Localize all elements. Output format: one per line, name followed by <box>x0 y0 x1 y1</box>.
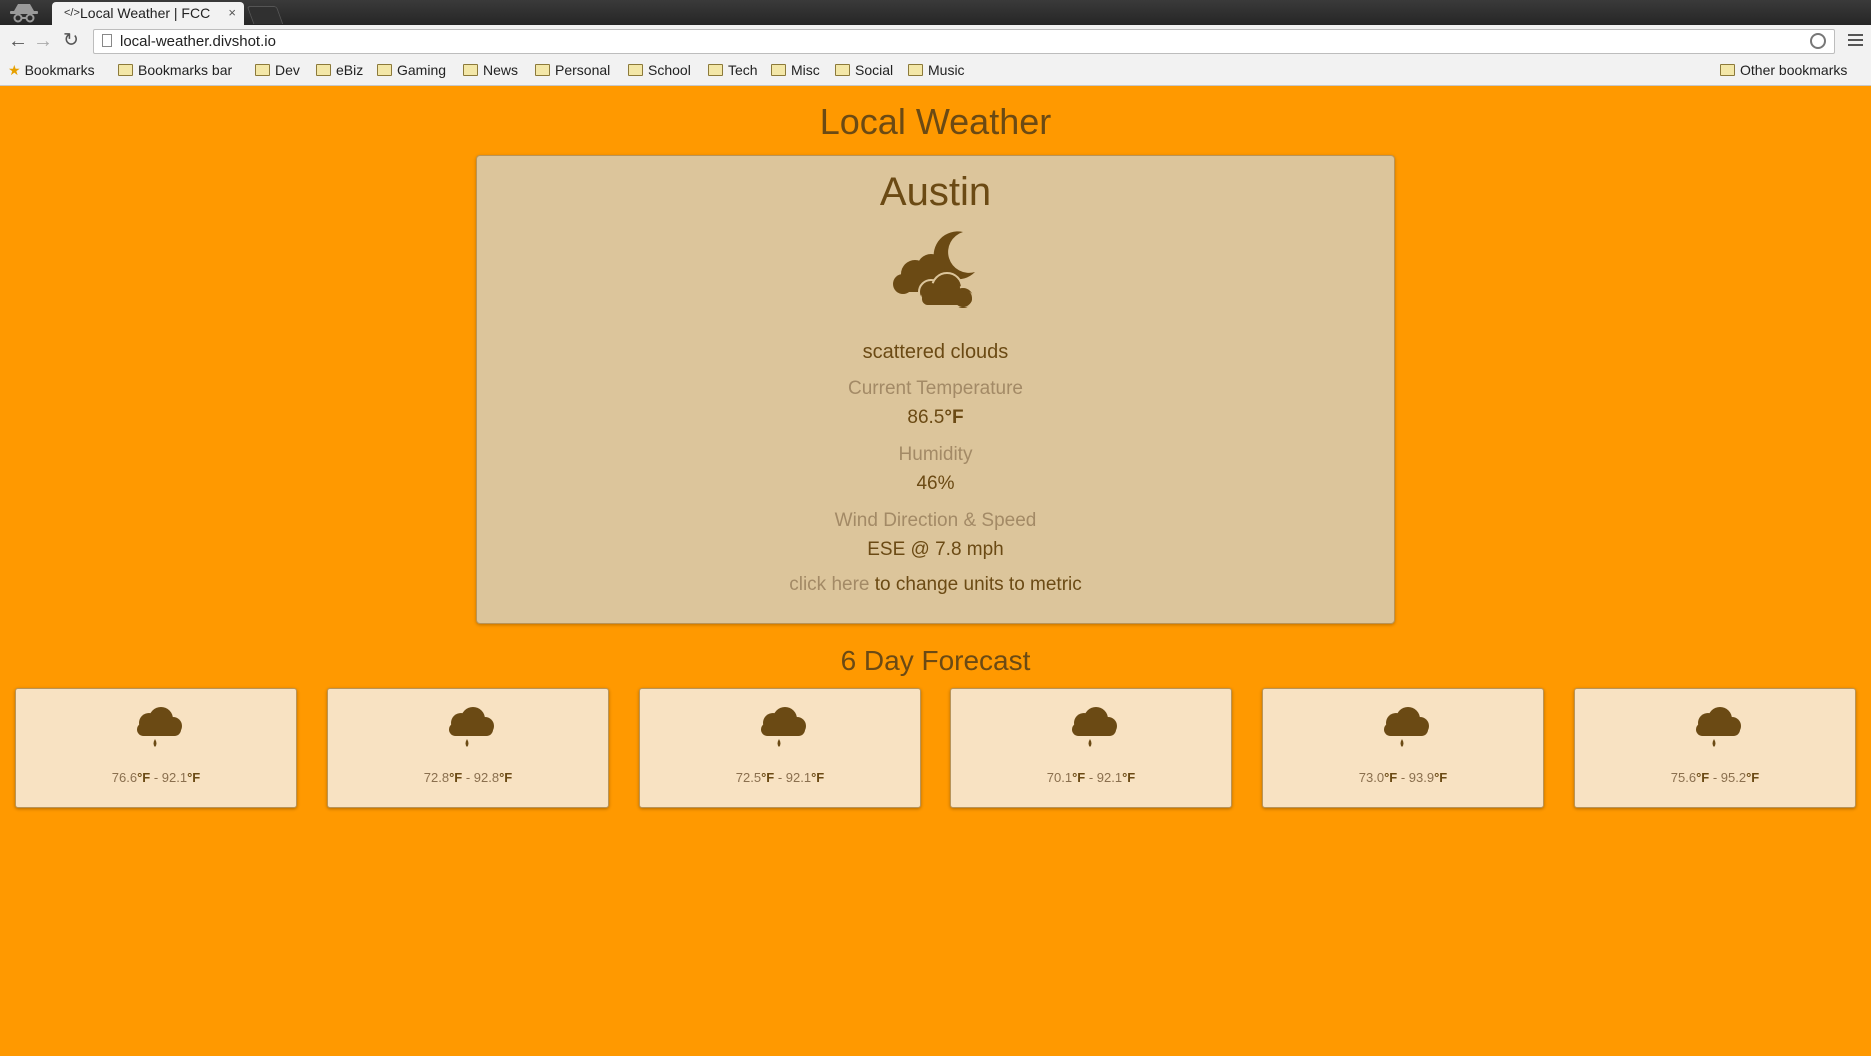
forecast-low: 72.5 <box>735 770 762 785</box>
star-icon: ★ <box>8 62 21 78</box>
bookmark-folder[interactable]: Tech <box>708 62 758 78</box>
forecast-low: 70.1 <box>1046 770 1073 785</box>
incognito-icon <box>10 4 38 23</box>
location-target-icon[interactable] <box>1810 33 1826 49</box>
folder-icon <box>771 64 786 76</box>
forecast-card: 72.8°F - 92.8°F <box>327 688 609 808</box>
rain-cloud-icon <box>449 707 494 747</box>
rain-cloud-icon <box>1384 707 1429 747</box>
rain-cloud-icon <box>1696 707 1741 747</box>
forecast-card: 75.6°F - 95.2°F <box>1574 688 1856 808</box>
forecast-card: 72.5°F - 92.1°F <box>639 688 921 808</box>
menu-icon[interactable] <box>1848 34 1863 49</box>
bookmark-folder[interactable]: Social <box>835 62 893 78</box>
folder-icon <box>316 64 331 76</box>
forecast-high: 92.1 <box>1096 770 1123 785</box>
forecast-high: 92.1 <box>161 770 188 785</box>
temperature-label: Current Temperature <box>848 378 1023 399</box>
bookmark-folder[interactable]: Gaming <box>377 62 446 78</box>
forecast-low: 75.6 <box>1670 770 1697 785</box>
city-name: Austin <box>879 170 992 214</box>
tab-title: Local Weather | FCC <box>80 5 211 21</box>
folder-icon <box>1720 64 1735 76</box>
back-arrow-icon[interactable]: ← <box>8 30 28 52</box>
folder-icon <box>708 64 723 76</box>
reload-icon[interactable]: ↻ <box>63 30 79 52</box>
folder-icon <box>835 64 850 76</box>
bookmark-folder[interactable]: eBiz <box>316 62 363 78</box>
folder-icon <box>535 64 550 76</box>
bookmark-apps[interactable]: ★ Bookmarks <box>8 62 95 79</box>
page-icon <box>102 34 112 47</box>
forecast-high: 95.2 <box>1720 770 1747 785</box>
forward-arrow-icon[interactable]: → <box>33 30 53 52</box>
browser-tab-strip: </> Local Weather | FCC × <box>0 0 1871 25</box>
folder-icon <box>377 64 392 76</box>
forecast-card: 70.1°F - 92.1°F <box>950 688 1232 808</box>
bookmark-folder[interactable]: Bookmarks bar <box>118 62 232 78</box>
forecast-temp-range: 72.5°F - 92.1°F <box>735 770 825 785</box>
bookmarks-bar: ★ Bookmarks Bookmarks bar Dev eBiz Gaming… <box>0 59 1871 86</box>
folder-icon <box>255 64 270 76</box>
current-weather-card: Austin scattered clouds Current Temperat… <box>476 155 1395 624</box>
temperature-value: 86.5°F <box>907 407 964 428</box>
unit-toggle-link[interactable]: click here <box>789 574 869 595</box>
forecast-card: 73.0°F - 93.9°F <box>1262 688 1544 808</box>
weather-description: scattered clouds <box>862 341 1009 363</box>
page-title: Local Weather <box>819 101 1052 142</box>
forecast-title: 6 Day Forecast <box>840 645 1031 676</box>
humidity-value: 46% <box>916 473 955 494</box>
unit-toggle-line: click here to change units to metric <box>789 574 1082 595</box>
forecast-low: 72.8 <box>423 770 450 785</box>
folder-icon <box>118 64 133 76</box>
new-tab-button[interactable] <box>246 6 284 24</box>
rain-cloud-icon <box>761 707 806 747</box>
folder-icon <box>908 64 923 76</box>
folder-icon <box>628 64 643 76</box>
tab-local-weather[interactable]: </> Local Weather | FCC × <box>52 2 244 25</box>
code-favicon-icon: </> <box>64 7 80 19</box>
browser-toolbar: ← → ↻ local-weather.divshot.io <box>0 25 1871 59</box>
bookmark-folder[interactable]: Personal <box>535 62 610 78</box>
forecast-temp-range: 75.6°F - 95.2°F <box>1670 770 1760 785</box>
bookmark-folder[interactable]: Music <box>908 62 965 78</box>
forecast-low: 73.0 <box>1358 770 1385 785</box>
cloud-moon-icon <box>893 231 975 310</box>
forecast-temp-range: 76.6°F - 92.1°F <box>111 770 201 785</box>
rain-cloud-icon <box>1072 707 1117 747</box>
rain-cloud-icon <box>137 707 182 747</box>
bookmark-folder[interactable]: Misc <box>771 62 820 78</box>
bookmark-folder[interactable]: Dev <box>255 62 300 78</box>
other-bookmarks[interactable]: Other bookmarks <box>1720 62 1847 78</box>
url-text[interactable]: local-weather.divshot.io <box>120 33 276 50</box>
forecast-low: 76.6 <box>111 770 138 785</box>
bookmark-folder[interactable]: School <box>628 62 691 78</box>
folder-icon <box>463 64 478 76</box>
forecast-card: 76.6°F - 92.1°F <box>15 688 297 808</box>
forecast-high: 93.9 <box>1408 770 1435 785</box>
forecast-temp-range: 70.1°F - 92.1°F <box>1046 770 1136 785</box>
forecast-temp-range: 72.8°F - 92.8°F <box>423 770 513 785</box>
wind-label: Wind Direction & Speed <box>834 510 1037 531</box>
bookmark-folder[interactable]: News <box>463 62 518 78</box>
temperature-unit: °F <box>944 407 964 428</box>
tab-close-icon[interactable]: × <box>228 5 236 20</box>
address-bar[interactable]: local-weather.divshot.io <box>93 29 1835 54</box>
wind-value: ESE @ 7.8 mph <box>867 539 1004 560</box>
humidity-label: Humidity <box>898 444 973 465</box>
forecast-high: 92.8 <box>473 770 500 785</box>
forecast-high: 92.1 <box>785 770 812 785</box>
forecast-temp-range: 73.0°F - 93.9°F <box>1358 770 1448 785</box>
